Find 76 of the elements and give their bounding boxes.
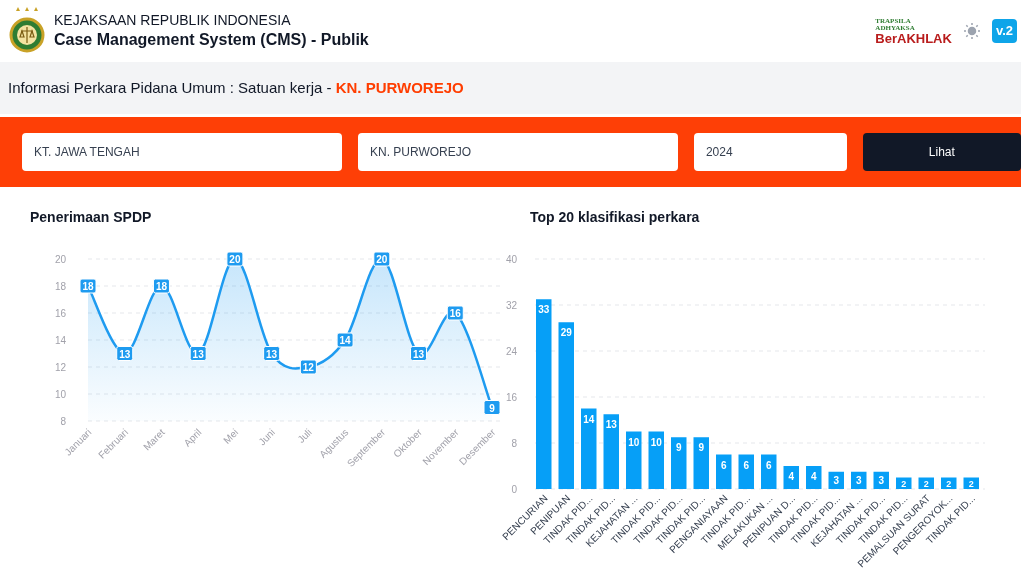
y-tick-label: 40 (505, 254, 517, 265)
bar (716, 454, 732, 489)
data-label: 20 (373, 251, 391, 267)
view-button[interactable]: Lihat (862, 133, 1021, 171)
data-label: 2 (968, 478, 974, 489)
y-tick-label: 8 (511, 438, 517, 449)
app-title: Case Management System (CMS) - Publik (54, 29, 369, 50)
data-label: 2 (923, 478, 929, 489)
data-label: 3 (878, 474, 885, 486)
data-label: 6 (765, 459, 772, 471)
org-name: KEJAKSAAN REPUBLIK INDONESIA (54, 12, 292, 30)
data-label: 33 (538, 304, 550, 316)
data-label: 12 (299, 359, 317, 375)
data-label: 4 (810, 471, 817, 482)
data-label: 2 (946, 478, 952, 489)
data-label: 29 (560, 327, 572, 339)
data-label: 6 (720, 459, 727, 471)
y-tick-label: 16 (505, 392, 517, 403)
y-tick-label: 20 (54, 254, 66, 265)
data-label: 13 (116, 346, 134, 361)
bar (626, 431, 642, 489)
bar (873, 471, 889, 489)
x-tick-label: Juni (256, 426, 278, 448)
data-label: 6 (743, 459, 750, 471)
unit-field[interactable]: KN. PURWOREJO (357, 133, 678, 171)
data-label: 20 (226, 251, 244, 267)
page-title: Informasi Perkara Pidana Umum : Satuan kerja - KN. PURWOREJO (8, 77, 464, 98)
y-tick-label: 16 (54, 308, 66, 319)
province-field[interactable]: KT. JAWA TENGAH (22, 133, 342, 171)
bar (963, 477, 979, 489)
bar (806, 466, 822, 489)
data-label: 14 (336, 332, 354, 348)
year-field[interactable]: 2024 (693, 133, 847, 171)
bar (783, 466, 799, 489)
y-tick-label: 14 (54, 335, 66, 346)
bar (851, 471, 867, 489)
data-label: 3 (833, 474, 840, 486)
data-label: 13 (189, 346, 207, 361)
emblem-icon (8, 7, 46, 55)
y-tick-label: 18 (54, 281, 66, 292)
data-label: 9 (483, 400, 501, 415)
data-label: 13 (410, 346, 428, 361)
bar (761, 454, 777, 489)
data-label: 2 (901, 478, 907, 489)
y-tick-label: 0 (511, 484, 517, 495)
data-label: 13 (605, 419, 617, 431)
data-label: 10 (650, 436, 662, 448)
bar (941, 477, 957, 489)
y-tick-label: 32 (505, 300, 517, 311)
data-label: 9 (698, 442, 705, 454)
chart-title: Penerimaan SPDP (30, 208, 153, 227)
chart-title: Top 20 klasifikasi perkara (530, 208, 701, 227)
bar (648, 431, 664, 489)
y-tick-label: 12 (54, 362, 66, 373)
y-tick-label: 10 (54, 389, 66, 400)
data-label: 18 (79, 278, 97, 294)
bar (671, 437, 687, 489)
bar (738, 454, 754, 489)
y-tick-label: 8 (60, 416, 66, 427)
data-label: 4 (788, 471, 795, 482)
data-label: 10 (628, 436, 640, 448)
data-label: 9 (675, 442, 682, 454)
x-tick-label: Mei (221, 426, 241, 446)
bar (918, 477, 934, 489)
data-label: 3 (855, 474, 862, 486)
bar (693, 437, 709, 489)
data-label: 9 (489, 402, 496, 414)
data-label: 14 (583, 413, 595, 425)
x-tick-label: Juli (295, 426, 314, 446)
data-label: 13 (263, 346, 281, 361)
data-label: 18 (152, 278, 170, 294)
bar (896, 477, 912, 489)
bar (828, 471, 844, 489)
y-tick-label: 24 (505, 346, 517, 357)
data-label: 16 (446, 305, 464, 321)
sun-icon[interactable] (963, 23, 980, 39)
